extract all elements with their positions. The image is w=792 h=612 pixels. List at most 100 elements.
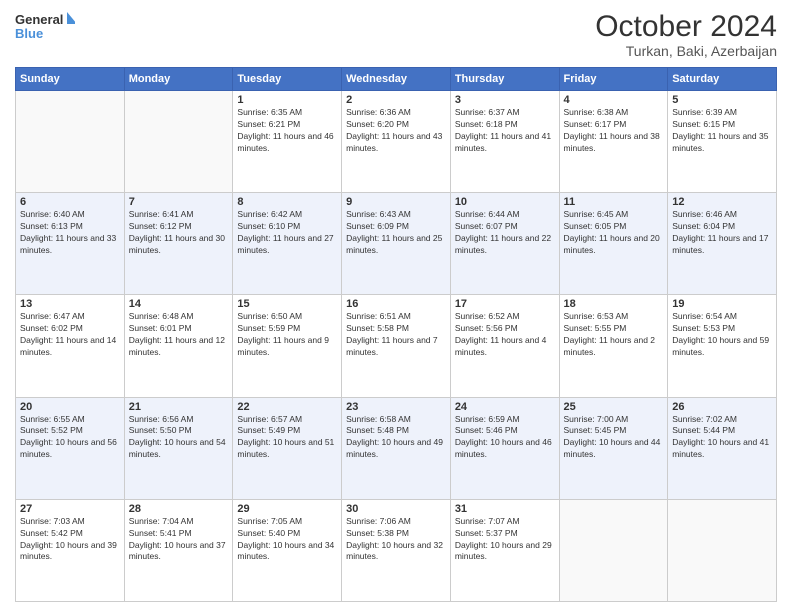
col-friday: Friday (559, 68, 668, 91)
day-number: 10 (455, 196, 555, 208)
day-number: 2 (346, 94, 446, 106)
day-number: 28 (129, 503, 229, 515)
day-number: 21 (129, 401, 229, 413)
day-info-line: Daylight: 11 hours and 20 minutes. (564, 233, 664, 257)
logo-svg: General Blue (15, 10, 75, 46)
day-number: 24 (455, 401, 555, 413)
day-info-line: Daylight: 11 hours and 38 minutes. (564, 131, 664, 155)
day-number: 5 (672, 94, 772, 106)
page: General Blue October 2024 Turkan, Baki, … (0, 0, 792, 612)
calendar-cell-w4-d7: 26Sunrise: 7:02 AMSunset: 5:44 PMDayligh… (668, 397, 777, 499)
calendar-cell-w5-d7 (668, 499, 777, 601)
calendar-cell-w3-d7: 19Sunrise: 6:54 AMSunset: 5:53 PMDayligh… (668, 295, 777, 397)
calendar-cell-w3-d2: 14Sunrise: 6:48 AMSunset: 6:01 PMDayligh… (124, 295, 233, 397)
day-info-line: Sunset: 5:58 PM (346, 323, 446, 335)
day-info-line: Daylight: 10 hours and 32 minutes. (346, 540, 446, 564)
day-info-line: Daylight: 10 hours and 56 minutes. (20, 437, 120, 461)
calendar-cell-w2-d4: 9Sunrise: 6:43 AMSunset: 6:09 PMDaylight… (342, 193, 451, 295)
day-info-line: Daylight: 10 hours and 34 minutes. (237, 540, 337, 564)
day-info-line: Sunrise: 7:00 AM (564, 414, 664, 426)
calendar-cell-w2-d2: 7Sunrise: 6:41 AMSunset: 6:12 PMDaylight… (124, 193, 233, 295)
day-info-line: Daylight: 11 hours and 17 minutes. (672, 233, 772, 257)
calendar-cell-w1-d4: 2Sunrise: 6:36 AMSunset: 6:20 PMDaylight… (342, 91, 451, 193)
day-number: 6 (20, 196, 120, 208)
day-info-line: Sunset: 5:37 PM (455, 528, 555, 540)
svg-text:Blue: Blue (15, 26, 43, 41)
day-info-line: Sunrise: 6:52 AM (455, 311, 555, 323)
day-number: 22 (237, 401, 337, 413)
day-info-line: Sunset: 6:10 PM (237, 221, 337, 233)
calendar-header-row: Sunday Monday Tuesday Wednesday Thursday… (16, 68, 777, 91)
day-number: 7 (129, 196, 229, 208)
day-info-line: Daylight: 11 hours and 33 minutes. (20, 233, 120, 257)
day-info-line: Daylight: 11 hours and 9 minutes. (237, 335, 337, 359)
day-info-line: Sunset: 5:52 PM (20, 425, 120, 437)
main-title: October 2024 (595, 10, 777, 43)
day-number: 19 (672, 298, 772, 310)
day-info-line: Daylight: 11 hours and 43 minutes. (346, 131, 446, 155)
calendar-cell-w4-d6: 25Sunrise: 7:00 AMSunset: 5:45 PMDayligh… (559, 397, 668, 499)
calendar-cell-w2-d6: 11Sunrise: 6:45 AMSunset: 6:05 PMDayligh… (559, 193, 668, 295)
calendar-week-5: 27Sunrise: 7:03 AMSunset: 5:42 PMDayligh… (16, 499, 777, 601)
day-info-line: Sunrise: 7:03 AM (20, 516, 120, 528)
day-info-line: Sunrise: 6:58 AM (346, 414, 446, 426)
day-info-line: Daylight: 11 hours and 35 minutes. (672, 131, 772, 155)
day-info-line: Sunrise: 6:55 AM (20, 414, 120, 426)
day-number: 20 (20, 401, 120, 413)
day-number: 29 (237, 503, 337, 515)
day-info-line: Sunrise: 7:05 AM (237, 516, 337, 528)
calendar-cell-w5-d2: 28Sunrise: 7:04 AMSunset: 5:41 PMDayligh… (124, 499, 233, 601)
day-info-line: Daylight: 11 hours and 46 minutes. (237, 131, 337, 155)
day-info-line: Daylight: 11 hours and 7 minutes. (346, 335, 446, 359)
calendar-cell-w5-d5: 31Sunrise: 7:07 AMSunset: 5:37 PMDayligh… (450, 499, 559, 601)
day-number: 13 (20, 298, 120, 310)
calendar-week-4: 20Sunrise: 6:55 AMSunset: 5:52 PMDayligh… (16, 397, 777, 499)
day-info-line: Daylight: 10 hours and 37 minutes. (129, 540, 229, 564)
col-tuesday: Tuesday (233, 68, 342, 91)
calendar-cell-w3-d4: 16Sunrise: 6:51 AMSunset: 5:58 PMDayligh… (342, 295, 451, 397)
day-info-line: Sunrise: 6:46 AM (672, 209, 772, 221)
day-info-line: Daylight: 10 hours and 44 minutes. (564, 437, 664, 461)
day-info-line: Sunset: 5:56 PM (455, 323, 555, 335)
day-number: 30 (346, 503, 446, 515)
day-info-line: Sunrise: 6:54 AM (672, 311, 772, 323)
day-info-line: Sunset: 5:46 PM (455, 425, 555, 437)
day-info-line: Daylight: 11 hours and 41 minutes. (455, 131, 555, 155)
day-info-line: Sunrise: 6:36 AM (346, 107, 446, 119)
day-info-line: Daylight: 10 hours and 46 minutes. (455, 437, 555, 461)
day-info-line: Daylight: 11 hours and 4 minutes. (455, 335, 555, 359)
day-info-line: Sunset: 6:18 PM (455, 119, 555, 131)
day-info-line: Sunrise: 6:41 AM (129, 209, 229, 221)
day-info-line: Daylight: 11 hours and 25 minutes. (346, 233, 446, 257)
day-info-line: Daylight: 11 hours and 30 minutes. (129, 233, 229, 257)
day-info-line: Daylight: 11 hours and 12 minutes. (129, 335, 229, 359)
day-number: 8 (237, 196, 337, 208)
calendar-week-1: 1Sunrise: 6:35 AMSunset: 6:21 PMDaylight… (16, 91, 777, 193)
day-info-line: Sunrise: 6:38 AM (564, 107, 664, 119)
day-number: 26 (672, 401, 772, 413)
calendar-cell-w1-d1 (16, 91, 125, 193)
day-info-line: Sunrise: 6:43 AM (346, 209, 446, 221)
calendar-week-2: 6Sunrise: 6:40 AMSunset: 6:13 PMDaylight… (16, 193, 777, 295)
day-info-line: Daylight: 10 hours and 39 minutes. (20, 540, 120, 564)
col-monday: Monday (124, 68, 233, 91)
day-info-line: Daylight: 10 hours and 41 minutes. (672, 437, 772, 461)
calendar-cell-w2-d7: 12Sunrise: 6:46 AMSunset: 6:04 PMDayligh… (668, 193, 777, 295)
day-info-line: Daylight: 11 hours and 2 minutes. (564, 335, 664, 359)
day-info-line: Sunset: 6:01 PM (129, 323, 229, 335)
day-info-line: Sunset: 6:12 PM (129, 221, 229, 233)
day-info-line: Daylight: 10 hours and 51 minutes. (237, 437, 337, 461)
calendar-table: Sunday Monday Tuesday Wednesday Thursday… (15, 67, 777, 602)
calendar-cell-w2-d3: 8Sunrise: 6:42 AMSunset: 6:10 PMDaylight… (233, 193, 342, 295)
day-number: 15 (237, 298, 337, 310)
day-number: 11 (564, 196, 664, 208)
day-number: 12 (672, 196, 772, 208)
day-info-line: Sunset: 5:55 PM (564, 323, 664, 335)
day-info-line: Daylight: 11 hours and 22 minutes. (455, 233, 555, 257)
calendar-cell-w1-d3: 1Sunrise: 6:35 AMSunset: 6:21 PMDaylight… (233, 91, 342, 193)
day-info-line: Sunset: 5:42 PM (20, 528, 120, 540)
day-info-line: Daylight: 10 hours and 49 minutes. (346, 437, 446, 461)
day-info-line: Sunset: 5:50 PM (129, 425, 229, 437)
svg-text:General: General (15, 12, 63, 27)
day-info-line: Sunrise: 6:44 AM (455, 209, 555, 221)
